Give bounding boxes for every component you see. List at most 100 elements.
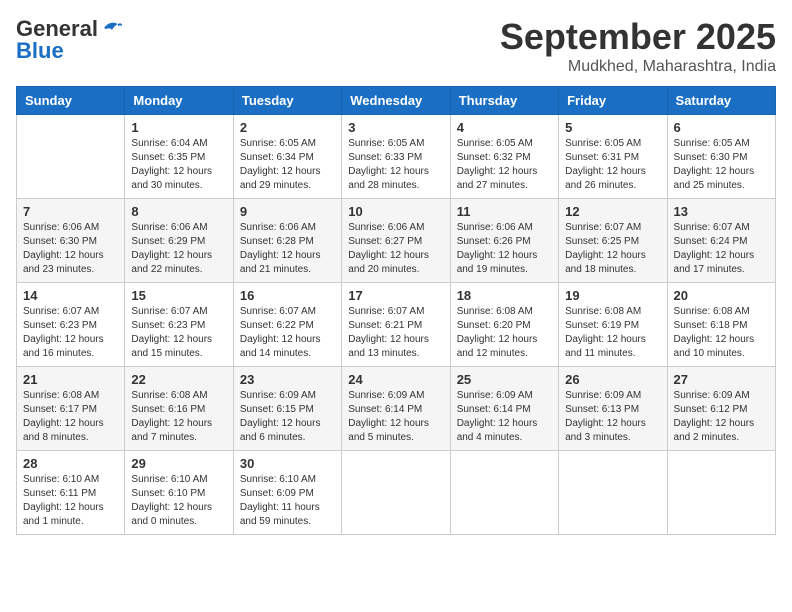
table-row: 30 Sunrise: 6:10 AM Sunset: 6:09 PM Dayli… bbox=[233, 451, 341, 535]
day-number: 21 bbox=[23, 372, 118, 387]
table-row: 17Sunrise: 6:07 AM Sunset: 6:21 PM Dayli… bbox=[342, 283, 450, 367]
day-info: Sunrise: 6:09 AM Sunset: 6:12 PM Dayligh… bbox=[674, 389, 769, 445]
table-row: 1 Sunrise: 6:04 AM Sunset: 6:35 PM Daylig… bbox=[125, 115, 233, 199]
day-info: Sunrise: 6:06 AM Sunset: 6:26 PM Dayligh… bbox=[457, 221, 552, 277]
table-row: 25Sunrise: 6:09 AM Sunset: 6:14 PM Dayli… bbox=[450, 367, 558, 451]
day-info: Sunrise: 6:05 AM Sunset: 6:33 PM Dayligh… bbox=[348, 137, 443, 193]
table-row: 10 Sunrise: 6:06 AM Sunset: 6:27 PM Dayli… bbox=[342, 199, 450, 283]
col-friday: Friday bbox=[559, 87, 667, 115]
logo: General Blue bbox=[16, 16, 122, 64]
day-info: Sunrise: 6:07 AM Sunset: 6:24 PM Dayligh… bbox=[674, 221, 769, 277]
calendar: Sunday Monday Tuesday Wednesday Thursday… bbox=[16, 86, 776, 535]
logo-blue-text: Blue bbox=[16, 38, 64, 64]
day-number: 25 bbox=[457, 372, 552, 387]
table-row: 12 Sunrise: 6:07 AM Sunset: 6:25 PM Dayli… bbox=[559, 199, 667, 283]
day-number: 26 bbox=[565, 372, 660, 387]
table-row: 9 Sunrise: 6:06 AM Sunset: 6:28 PM Daylig… bbox=[233, 199, 341, 283]
day-number: 29 bbox=[131, 456, 226, 471]
day-info: Sunrise: 6:06 AM Sunset: 6:28 PM Dayligh… bbox=[240, 221, 335, 277]
day-info: Sunrise: 6:08 AM Sunset: 6:19 PM Dayligh… bbox=[565, 305, 660, 361]
col-sunday: Sunday bbox=[17, 87, 125, 115]
day-info: Sunrise: 6:09 AM Sunset: 6:14 PM Dayligh… bbox=[348, 389, 443, 445]
col-monday: Monday bbox=[125, 87, 233, 115]
day-info: Sunrise: 6:05 AM Sunset: 6:34 PM Dayligh… bbox=[240, 137, 335, 193]
day-number: 12 bbox=[565, 204, 660, 219]
day-info: Sunrise: 6:09 AM Sunset: 6:15 PM Dayligh… bbox=[240, 389, 335, 445]
day-info: Sunrise: 6:08 AM Sunset: 6:20 PM Dayligh… bbox=[457, 305, 552, 361]
day-info: Sunrise: 6:06 AM Sunset: 6:30 PM Dayligh… bbox=[23, 221, 118, 277]
table-row: 23 Sunrise: 6:09 AM Sunset: 6:15 PM Dayli… bbox=[233, 367, 341, 451]
day-number: 3 bbox=[348, 120, 443, 135]
header: General Blue September 2025 Mudkhed, Mah… bbox=[16, 16, 776, 76]
table-row bbox=[667, 451, 775, 535]
calendar-week-row: 21 Sunrise: 6:08 AM Sunset: 6:17 PM Dayli… bbox=[17, 367, 776, 451]
table-row bbox=[17, 115, 125, 199]
table-row: 11Sunrise: 6:06 AM Sunset: 6:26 PM Dayli… bbox=[450, 199, 558, 283]
day-info: Sunrise: 6:08 AM Sunset: 6:17 PM Dayligh… bbox=[23, 389, 118, 445]
day-info: Sunrise: 6:05 AM Sunset: 6:30 PM Dayligh… bbox=[674, 137, 769, 193]
day-number: 7 bbox=[23, 204, 118, 219]
table-row: 4 Sunrise: 6:05 AM Sunset: 6:32 PM Daylig… bbox=[450, 115, 558, 199]
day-number: 28 bbox=[23, 456, 118, 471]
table-row: 3 Sunrise: 6:05 AM Sunset: 6:33 PM Daylig… bbox=[342, 115, 450, 199]
table-row: 7 Sunrise: 6:06 AM Sunset: 6:30 PM Daylig… bbox=[17, 199, 125, 283]
day-number: 20 bbox=[674, 288, 769, 303]
day-info: Sunrise: 6:06 AM Sunset: 6:29 PM Dayligh… bbox=[131, 221, 226, 277]
table-row: 22 Sunrise: 6:08 AM Sunset: 6:16 PM Dayli… bbox=[125, 367, 233, 451]
day-number: 23 bbox=[240, 372, 335, 387]
day-number: 19 bbox=[565, 288, 660, 303]
table-row: 24 Sunrise: 6:09 AM Sunset: 6:14 PM Dayli… bbox=[342, 367, 450, 451]
day-info: Sunrise: 6:05 AM Sunset: 6:31 PM Dayligh… bbox=[565, 137, 660, 193]
day-info: Sunrise: 6:10 AM Sunset: 6:10 PM Dayligh… bbox=[131, 473, 226, 529]
day-info: Sunrise: 6:07 AM Sunset: 6:21 PM Dayligh… bbox=[348, 305, 443, 361]
day-info: Sunrise: 6:10 AM Sunset: 6:09 PM Dayligh… bbox=[240, 473, 335, 529]
day-number: 10 bbox=[348, 204, 443, 219]
day-info: Sunrise: 6:09 AM Sunset: 6:13 PM Dayligh… bbox=[565, 389, 660, 445]
day-number: 18 bbox=[457, 288, 552, 303]
day-number: 5 bbox=[565, 120, 660, 135]
day-info: Sunrise: 6:07 AM Sunset: 6:22 PM Dayligh… bbox=[240, 305, 335, 361]
day-number: 15 bbox=[131, 288, 226, 303]
table-row: 15Sunrise: 6:07 AM Sunset: 6:23 PM Dayli… bbox=[125, 283, 233, 367]
day-number: 22 bbox=[131, 372, 226, 387]
day-number: 16 bbox=[240, 288, 335, 303]
table-row: 2 Sunrise: 6:05 AM Sunset: 6:34 PM Daylig… bbox=[233, 115, 341, 199]
calendar-week-row: 1 Sunrise: 6:04 AM Sunset: 6:35 PM Daylig… bbox=[17, 115, 776, 199]
day-info: Sunrise: 6:07 AM Sunset: 6:23 PM Dayligh… bbox=[23, 305, 118, 361]
title-area: September 2025 Mudkhed, Maharashtra, Ind… bbox=[500, 16, 776, 76]
day-number: 27 bbox=[674, 372, 769, 387]
day-info: Sunrise: 6:07 AM Sunset: 6:25 PM Dayligh… bbox=[565, 221, 660, 277]
table-row bbox=[559, 451, 667, 535]
day-info: Sunrise: 6:06 AM Sunset: 6:27 PM Dayligh… bbox=[348, 221, 443, 277]
calendar-week-row: 7 Sunrise: 6:06 AM Sunset: 6:30 PM Daylig… bbox=[17, 199, 776, 283]
table-row: 8Sunrise: 6:06 AM Sunset: 6:29 PM Daylig… bbox=[125, 199, 233, 283]
day-number: 4 bbox=[457, 120, 552, 135]
day-number: 30 bbox=[240, 456, 335, 471]
day-number: 13 bbox=[674, 204, 769, 219]
logo-bird-icon bbox=[100, 20, 122, 38]
table-row bbox=[342, 451, 450, 535]
day-number: 14 bbox=[23, 288, 118, 303]
table-row: 14 Sunrise: 6:07 AM Sunset: 6:23 PM Dayli… bbox=[17, 283, 125, 367]
calendar-week-row: 14 Sunrise: 6:07 AM Sunset: 6:23 PM Dayli… bbox=[17, 283, 776, 367]
table-row: 16 Sunrise: 6:07 AM Sunset: 6:22 PM Dayli… bbox=[233, 283, 341, 367]
col-saturday: Saturday bbox=[667, 87, 775, 115]
table-row: 29 Sunrise: 6:10 AM Sunset: 6:10 PM Dayli… bbox=[125, 451, 233, 535]
table-row: 19 Sunrise: 6:08 AM Sunset: 6:19 PM Dayli… bbox=[559, 283, 667, 367]
day-number: 6 bbox=[674, 120, 769, 135]
day-number: 2 bbox=[240, 120, 335, 135]
location-title: Mudkhed, Maharashtra, India bbox=[500, 58, 776, 76]
col-thursday: Thursday bbox=[450, 87, 558, 115]
day-info: Sunrise: 6:08 AM Sunset: 6:16 PM Dayligh… bbox=[131, 389, 226, 445]
day-info: Sunrise: 6:04 AM Sunset: 6:35 PM Dayligh… bbox=[131, 137, 226, 193]
table-row: 18 Sunrise: 6:08 AM Sunset: 6:20 PM Dayli… bbox=[450, 283, 558, 367]
day-number: 9 bbox=[240, 204, 335, 219]
day-number: 1 bbox=[131, 120, 226, 135]
day-info: Sunrise: 6:08 AM Sunset: 6:18 PM Dayligh… bbox=[674, 305, 769, 361]
day-info: Sunrise: 6:10 AM Sunset: 6:11 PM Dayligh… bbox=[23, 473, 118, 529]
day-number: 24 bbox=[348, 372, 443, 387]
month-title: September 2025 bbox=[500, 16, 776, 58]
col-wednesday: Wednesday bbox=[342, 87, 450, 115]
day-info: Sunrise: 6:05 AM Sunset: 6:32 PM Dayligh… bbox=[457, 137, 552, 193]
table-row bbox=[450, 451, 558, 535]
